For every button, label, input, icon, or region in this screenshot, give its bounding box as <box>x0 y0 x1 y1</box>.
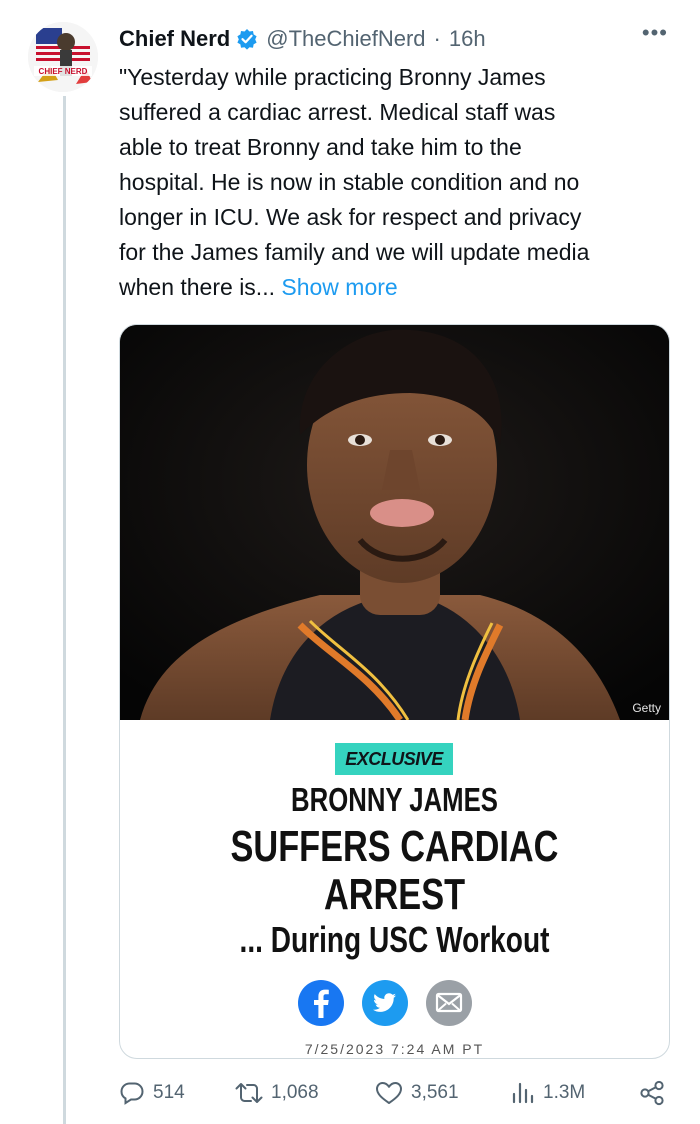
tweet-text-line: hospital. He is now in stable condition … <box>119 169 580 195</box>
headline-line-2: SUFFERS CARDIAC <box>230 822 559 871</box>
headline-line-1: BRONNY JAMES <box>291 781 498 818</box>
more-options-icon[interactable]: ••• <box>642 20 668 46</box>
share-icon <box>639 1080 665 1106</box>
twitter-icon[interactable] <box>362 980 408 1026</box>
author-name[interactable]: Chief Nerd <box>119 26 230 52</box>
tweet-text-truncated: when there is... <box>119 274 275 300</box>
tweet-text-line: "Yesterday while practicing Bronny James <box>119 64 546 90</box>
heart-icon <box>375 1080 403 1106</box>
reply-button[interactable]: 514 <box>119 1080 185 1106</box>
email-icon[interactable] <box>426 980 472 1026</box>
share-button[interactable] <box>639 1080 665 1106</box>
thread-line <box>63 96 66 1124</box>
facebook-icon[interactable] <box>298 980 344 1026</box>
views-icon <box>511 1080 535 1106</box>
exclusive-badge: EXCLUSIVE <box>335 743 453 775</box>
retweet-button[interactable]: 1,068 <box>235 1080 319 1106</box>
photo-credit: Getty <box>632 701 661 715</box>
headline-subline: ... During USC Workout <box>239 919 550 960</box>
like-button[interactable]: 3,561 <box>375 1080 459 1106</box>
share-buttons <box>298 980 498 1026</box>
headline-line-3: ARREST <box>323 870 466 919</box>
tweet-text-line: longer in ICU. We ask for respect and pr… <box>119 204 582 230</box>
media-card[interactable]: Getty EXCLUSIVE BRONNY JAMES SUFFERS CAR… <box>119 324 670 1059</box>
verified-badge-icon <box>236 28 258 50</box>
tweet-text: "Yesterday while practicing Bronny James… <box>119 60 679 305</box>
reply-count: 514 <box>153 1082 185 1103</box>
card-timestamp: 7/25/2023 7:24 AM PT <box>304 1041 485 1057</box>
reply-icon <box>119 1080 145 1106</box>
header-separator: · <box>433 26 441 51</box>
views-button[interactable]: 1.3M <box>511 1080 585 1106</box>
retweet-icon <box>235 1080 263 1106</box>
avatar[interactable]: CHIEF NERD <box>28 22 98 92</box>
author-handle[interactable]: @TheChiefNerd <box>266 26 425 52</box>
tweet-text-line: suffered a cardiac arrest. Medical staff… <box>119 99 556 125</box>
tweet-text-line: able to treat Bronny and take him to the <box>119 134 522 160</box>
tweet-time[interactable]: 16h <box>449 26 486 52</box>
retweet-count: 1,068 <box>271 1082 319 1103</box>
svg-text:CHIEF NERD: CHIEF NERD <box>39 67 88 76</box>
avatar-image: CHIEF NERD <box>28 22 98 92</box>
player-photo-illustration <box>120 325 669 722</box>
tweet-actions: 514 1,068 3,561 1.3M <box>119 1080 679 1110</box>
tweet-header: Chief Nerd @TheChiefNerd · 16h ••• <box>119 20 680 54</box>
show-more-link[interactable]: Show more <box>281 274 397 300</box>
tweet-text-line: for the James family and we will update … <box>119 239 590 265</box>
player-photo[interactable] <box>120 325 669 722</box>
tweet-text-line-last: when there is... Show more <box>119 270 679 305</box>
like-count: 3,561 <box>411 1082 459 1103</box>
views-count: 1.3M <box>543 1082 586 1103</box>
